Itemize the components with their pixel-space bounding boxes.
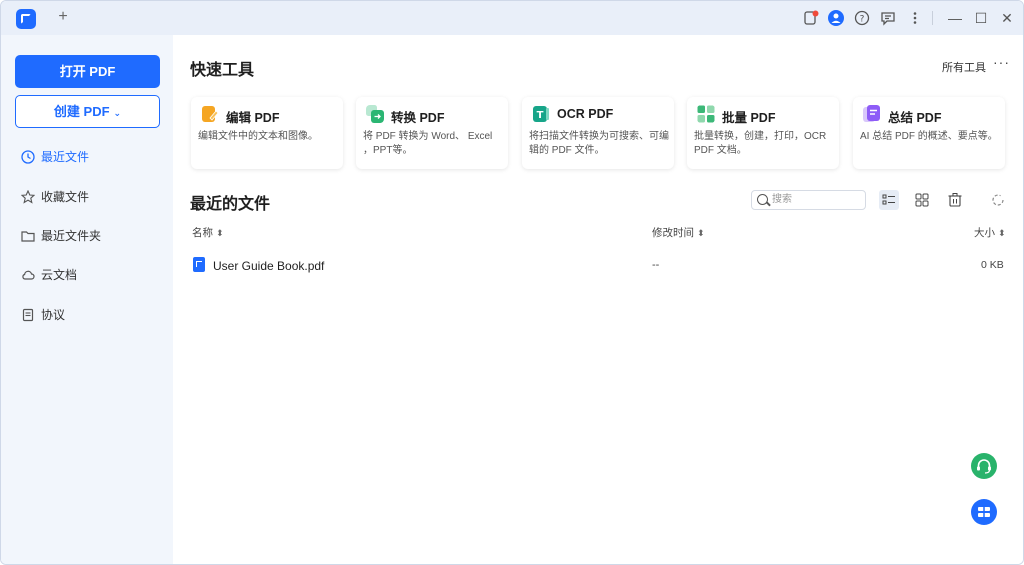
table-row[interactable]: User Guide Book.pdf -- 0 KB [189,251,1007,279]
tool-card-summarize-pdf[interactable]: 总结 PDF AI 总结 PDF 的概述、要点等。 [853,97,1005,169]
tool-card-edit-pdf[interactable]: 编辑 PDF 编辑文件中的文本和图像。 [191,97,343,169]
minimize-button[interactable]: — [946,9,964,27]
tool-description: 批量转换，创建，打印，OCR PDF 文档。 [694,131,827,156]
app-window: + ? — ☐ ✕ 打开 PDF 创建 PDF ⌄ 最近文件 收藏文件 最近文件… [0,0,1024,565]
search-input[interactable] [772,192,860,207]
tool-name: 总结 PDF [888,111,942,125]
column-header-label: 修改时间 [652,227,694,239]
title-bar: + ? — ☐ ✕ [1,1,1023,35]
sidebar-item-cloud-docs[interactable]: 云文档 [21,265,161,285]
account-icon[interactable] [828,10,844,26]
tool-description: 编辑文件中的文本和图像。 [198,131,318,142]
close-button[interactable]: ✕ [998,9,1016,27]
sidebar-item-label: 最近文件夹 [41,229,102,243]
sidebar-item-favorites[interactable]: 收藏文件 [21,187,161,207]
feedback-icon[interactable] [880,10,896,26]
edit-pdf-icon [202,106,219,122]
maximize-button[interactable]: ☐ [972,9,990,27]
sort-icon: ⬍ [998,228,1006,238]
column-header-label: 大小 [974,227,995,239]
file-size: 0 KB [981,259,1004,271]
tool-name: 批量 PDF [722,111,776,125]
tool-name: 转换 PDF [391,111,445,125]
star-icon [21,190,35,204]
all-tools-link[interactable]: 所有工具 [942,59,986,75]
more-options-icon[interactable]: ··· [993,54,1010,70]
column-header-name[interactable]: 名称 ⬍ [192,225,224,240]
quick-tools-title: 快速工具 [190,62,255,79]
clock-icon [21,150,35,164]
tool-description: AI 总结 PDF 的概述、要点等。 [860,131,998,142]
convert-pdf-icon [366,105,384,123]
tool-name: OCR PDF [557,107,614,121]
list-view-icon[interactable] [879,190,899,210]
sidebar-item-label: 协议 [41,308,66,322]
layout-toggle-icon[interactable] [971,499,997,525]
tool-description: 将扫描文件转换为可搜索、可编辑的 PDF 文件。 [529,131,669,156]
document-icon [22,308,34,322]
create-pdf-button[interactable]: 创建 PDF ⌄ [15,95,160,128]
chevron-down-icon: ⌄ [113,108,122,118]
recent-files-title: 最近的文件 [190,196,271,213]
sidebar-item-agreement[interactable]: 协议 [21,305,161,325]
file-name: User Guide Book.pdf [213,259,325,273]
tool-card-convert-pdf[interactable]: 转换 PDF 将 PDF 转换为 Word、 Excel ，PPT等。 [356,97,508,169]
column-header-label: 名称 [192,227,213,239]
grid-view-icon[interactable] [912,190,932,210]
summarize-pdf-icon [863,105,880,122]
new-tab-button[interactable]: + [54,7,72,27]
svg-text:?: ? [860,15,865,25]
batch-pdf-icon [697,105,715,123]
svg-text:T: T [537,110,544,121]
folder-icon [21,231,35,242]
sidebar-item-label: 云文档 [41,268,78,282]
customer-support-icon[interactable] [971,453,997,479]
sidebar-item-label: 收藏文件 [41,190,90,204]
main-content: 快速工具 所有工具 ··· 编辑 PDF 编辑文件中的文本和图像。 转换 PDF… [173,35,1023,564]
sidebar-item-recent-files[interactable]: 最近文件 [21,147,161,167]
more-vertical-icon[interactable] [907,10,923,26]
app-logo-icon[interactable] [16,9,36,29]
sidebar-item-recent-folders[interactable]: 最近文件夹 [21,226,161,246]
pdf-file-icon [193,257,205,272]
file-modified: -- [652,259,660,271]
refresh-icon[interactable] [988,190,1008,210]
tool-card-ocr-pdf[interactable]: T OCR PDF 将扫描文件转换为可搜索、可编辑的 PDF 文件。 [522,97,674,169]
help-icon[interactable]: ? [854,10,870,26]
search-icon [757,194,768,205]
sort-icon: ⬍ [216,228,224,238]
title-bar-separator [932,11,933,25]
sidebar: 打开 PDF 创建 PDF ⌄ 最近文件 收藏文件 最近文件夹 云文档 协议 [1,35,173,564]
tool-description: 将 PDF 转换为 Word、 Excel ，PPT等。 [363,131,493,156]
open-pdf-button[interactable]: 打开 PDF [15,55,160,88]
ocr-pdf-icon: T [533,106,549,122]
search-box[interactable] [751,190,866,210]
cloud-icon [22,270,35,280]
tool-name: 编辑 PDF [226,111,280,125]
sidebar-item-label: 最近文件 [41,150,90,164]
sort-icon: ⬍ [697,228,705,238]
tool-card-batch-pdf[interactable]: 批量 PDF 批量转换，创建，打印，OCR PDF 文档。 [687,97,839,169]
notification-icon[interactable] [803,10,819,26]
delete-icon[interactable] [945,190,965,210]
create-pdf-label: 创建 PDF [53,104,110,119]
column-header-modified[interactable]: 修改时间 ⬍ [652,225,705,240]
column-header-size[interactable]: 大小 ⬍ [974,225,1006,240]
